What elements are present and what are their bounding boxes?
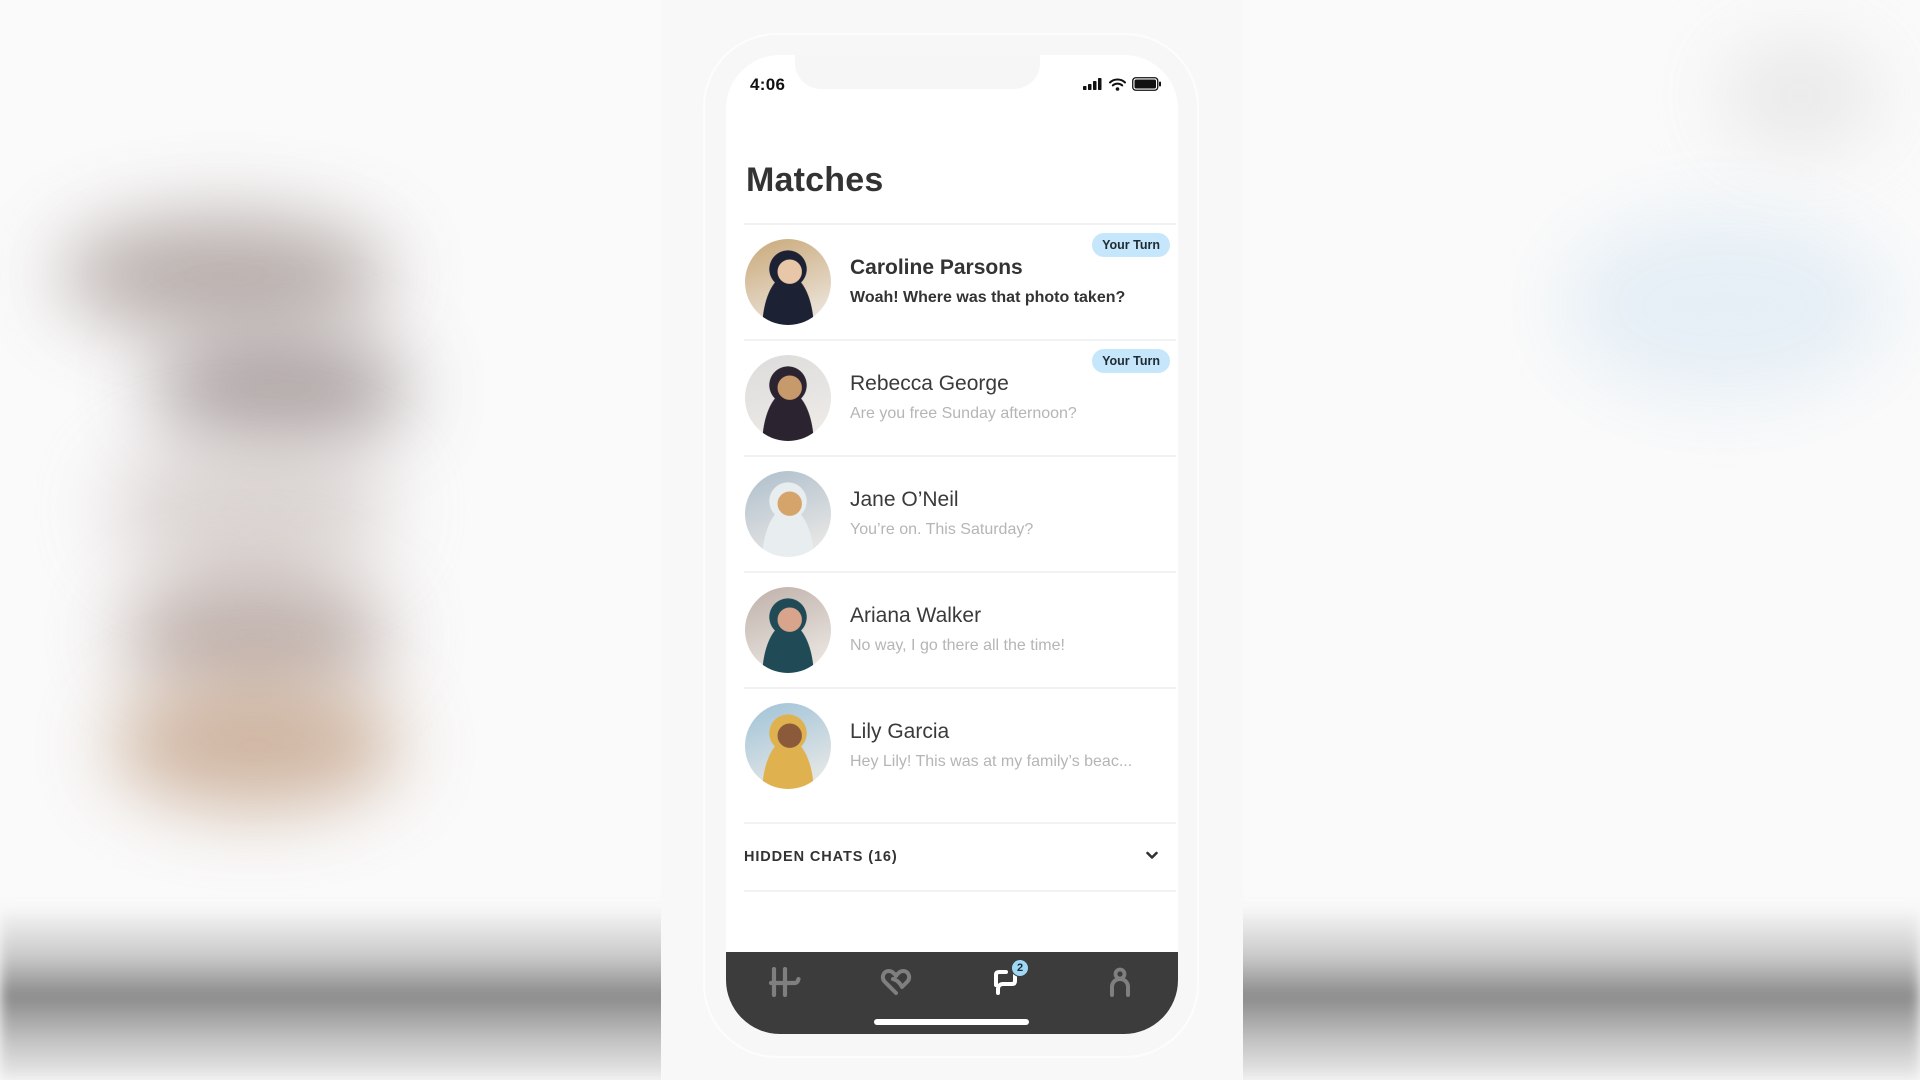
- your-turn-badge: Your Turn: [1092, 233, 1170, 257]
- match-name: Lily Garcia: [850, 720, 950, 743]
- avatar: [745, 703, 831, 789]
- cellular-signal-icon: [1083, 78, 1102, 90]
- tab-discover[interactable]: [763, 964, 807, 1000]
- blurred-photo-2: [150, 330, 410, 450]
- match-list: Caroline Parsons Woah! Where was that ph…: [744, 223, 1176, 803]
- notification-badge: 2: [1011, 959, 1029, 977]
- match-preview: Are you free Sunday afternoon?: [850, 405, 1077, 422]
- match-preview: You’re on. This Saturday?: [850, 521, 1034, 538]
- match-preview: No way, I go there all the time!: [850, 637, 1065, 654]
- hidden-chats-label: HIDDEN CHATS (16): [744, 849, 898, 865]
- match-row[interactable]: Jane O’Neil You’re on. This Saturday?: [744, 455, 1176, 571]
- chevron-down-icon[interactable]: [1146, 851, 1158, 860]
- blurred-photo-5: [110, 680, 400, 810]
- hidden-chats-toggle[interactable]: HIDDEN CHATS (16): [744, 822, 1176, 892]
- avatar: [745, 471, 831, 557]
- blurred-shape-right: [1720, 40, 1880, 150]
- phone-screen: 4:06 Matches Caroline Parsons Woah! Wher…: [726, 55, 1178, 1034]
- home-indicator[interactable]: [874, 1019, 1029, 1025]
- match-preview: Hey Lily! This was at my family’s beac..…: [850, 753, 1133, 770]
- match-preview: Woah! Where was that photo taken?: [850, 289, 1126, 306]
- avatar: [745, 587, 831, 673]
- wifi-icon: [1109, 78, 1126, 91]
- profile-icon: [1110, 967, 1130, 997]
- avatar: [745, 355, 831, 441]
- hinge-logo-icon: [768, 967, 801, 997]
- tab-profile[interactable]: [1098, 964, 1142, 1000]
- blurred-badge-right: [1560, 210, 1890, 400]
- page-title: Matches: [746, 161, 884, 199]
- notch: [795, 55, 1040, 89]
- blurred-photo-1: [60, 215, 390, 335]
- match-name: Jane O’Neil: [850, 488, 959, 511]
- match-name: Rebecca George: [850, 372, 1009, 395]
- blurred-photo-3: [110, 440, 390, 580]
- match-row[interactable]: Rebecca George Are you free Sunday after…: [744, 339, 1176, 455]
- battery-icon: [1132, 77, 1161, 91]
- your-turn-badge: Your Turn: [1092, 349, 1170, 373]
- status-time: 4:06: [750, 75, 786, 94]
- status-icons: [1083, 77, 1162, 91]
- tab-likes[interactable]: [874, 964, 918, 1000]
- tab-bar: 2: [726, 952, 1178, 1034]
- match-row[interactable]: Ariana Walker No way, I go there all the…: [744, 571, 1176, 687]
- match-row[interactable]: Caroline Parsons Woah! Where was that ph…: [744, 223, 1176, 339]
- match-name: Ariana Walker: [850, 604, 982, 627]
- avatar: [745, 239, 831, 325]
- match-row[interactable]: Lily Garcia Hey Lily! This was at my fam…: [744, 687, 1176, 803]
- match-name: Caroline Parsons: [850, 256, 1023, 279]
- tab-matches[interactable]: 2: [985, 959, 1029, 1000]
- heart-icon: [880, 969, 912, 995]
